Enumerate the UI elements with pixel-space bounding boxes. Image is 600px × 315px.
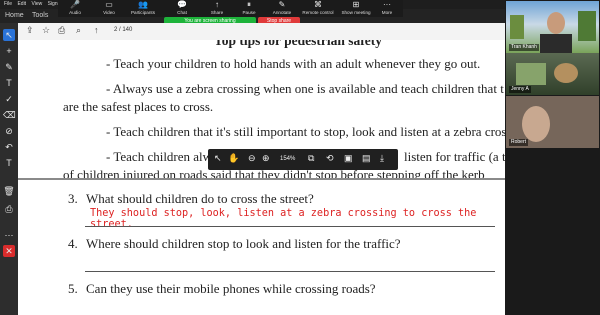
- hand-icon[interactable]: ✋: [228, 153, 239, 164]
- question-number: 5.: [68, 281, 78, 296]
- participant-name: Robert: [509, 139, 529, 146]
- select-cursor-icon[interactable]: ↖: [214, 153, 222, 164]
- doc-line: - Teach children that it's still importa…: [106, 124, 505, 139]
- pause-button[interactable]: ⏸ Pause: [232, 0, 266, 17]
- show-meeting-button[interactable]: ⊞ Show meeting: [338, 0, 374, 17]
- participants-button[interactable]: 👥 Participants: [126, 0, 160, 17]
- checkmark-icon[interactable]: ✓: [3, 93, 15, 105]
- more-icon: ···: [383, 0, 391, 9]
- question-number: 4.: [68, 236, 78, 251]
- question-text: What should children do to cross the str…: [86, 191, 314, 206]
- crop-icon[interactable]: ▤: [362, 153, 371, 164]
- microphone-icon: 🎤: [70, 0, 80, 9]
- tools-tab[interactable]: Tools: [32, 9, 48, 23]
- add-icon[interactable]: +: [3, 45, 15, 57]
- question-number: 3.: [68, 191, 78, 206]
- eraser-icon[interactable]: ⌫: [3, 109, 16, 121]
- doc-line: listen for traffic (a third: [404, 149, 505, 164]
- pause-icon: ⏸: [247, 0, 251, 9]
- upload-icon[interactable]: ⇪: [26, 25, 34, 36]
- share-button[interactable]: ↑ Share: [200, 0, 234, 17]
- answer-line: [85, 271, 495, 272]
- zoom-level[interactable]: 154%: [280, 156, 295, 162]
- doc-line: are the safest places to cross.: [63, 99, 214, 114]
- pencil-icon[interactable]: ✎: [3, 61, 15, 73]
- participant-video-panel: Tran Khanh Jenny A Robert: [505, 0, 600, 315]
- select-icon[interactable]: ↖: [3, 29, 15, 41]
- question-text: Where should children stop to look and l…: [86, 236, 401, 251]
- save-icon[interactable]: ⎙: [3, 203, 15, 215]
- zoom-meeting-toolbar: 🎤 Audio ▭ Video 👥 Participants 💬 Chat ↑ Share…: [58, 0, 403, 17]
- zoom-in-icon[interactable]: ⊕: [262, 153, 270, 164]
- annotate-icon: ✎: [278, 0, 286, 9]
- copy-icon[interactable]: ⧉: [308, 153, 314, 164]
- doc-line: - Teach your children to hold hands with…: [106, 56, 481, 71]
- menu-edit[interactable]: Edit: [17, 1, 26, 7]
- question-text: Can they use their mobile phones while c…: [86, 281, 376, 296]
- menu-sign[interactable]: Sign: [48, 1, 58, 7]
- page-indicator: 2 / 140: [114, 27, 133, 33]
- participant-video[interactable]: Jenny A: [506, 53, 599, 95]
- zoom-out-icon[interactable]: ⊖: [248, 153, 256, 164]
- menu-view[interactable]: View: [31, 1, 42, 7]
- participant-video[interactable]: Robert: [506, 96, 599, 148]
- doc-heading: Top tips for pedestrian safety: [214, 40, 383, 48]
- participant-video[interactable]: Tran Khanh: [506, 1, 599, 53]
- divider: [18, 178, 505, 180]
- participant-name: Tran Khanh: [509, 44, 539, 51]
- stamp-icon[interactable]: ⊘: [3, 125, 15, 137]
- pdf-toolbar: ⇪ ☆ ⎙ ⌕ ↑ 2 / 140: [18, 23, 505, 41]
- text-box-icon[interactable]: T: [3, 157, 15, 169]
- answer-line: [85, 226, 495, 227]
- download-icon[interactable]: ⤓: [380, 153, 384, 164]
- doc-line: - Teach children alw: [106, 149, 213, 164]
- participants-icon: 👥: [138, 0, 148, 9]
- video-button[interactable]: ▭ Video: [92, 0, 126, 17]
- show-meeting-icon: ⊞: [352, 0, 360, 9]
- participant-name: Jenny A: [509, 86, 531, 93]
- doc-line: - Always use a zebra crossing when one i…: [106, 81, 504, 96]
- remote-control-button[interactable]: ⌘ Remote control: [298, 0, 338, 17]
- undo-icon[interactable]: ↶: [3, 141, 15, 153]
- chat-icon: 💬: [177, 0, 187, 9]
- text-icon[interactable]: T: [3, 77, 15, 89]
- share-icon: ↑: [215, 0, 219, 9]
- prev-page-icon[interactable]: ↑: [94, 25, 99, 35]
- delete-icon[interactable]: 🗑: [3, 185, 15, 197]
- close-annotation-icon[interactable]: ✕: [3, 245, 15, 257]
- audio-button[interactable]: 🎤 Audio: [58, 0, 92, 17]
- more-button[interactable]: ··· More: [372, 0, 402, 17]
- rotate-icon[interactable]: ⟲: [326, 153, 334, 164]
- menu-file[interactable]: File: [4, 1, 12, 7]
- floating-zoom-toolbar: ↖ ✋ ⊖ ⊕ 154% ⧉ ⟲ ▣ ▤ ⤓: [208, 149, 398, 170]
- annotate-button[interactable]: ✎ Annotate: [265, 0, 299, 17]
- chat-button[interactable]: 💬 Chat: [165, 0, 199, 17]
- more-tools-icon[interactable]: ⋯: [3, 229, 15, 241]
- document-page: Top tips for pedestrian safety - Teach y…: [18, 40, 505, 315]
- fit-page-icon[interactable]: ▣: [344, 153, 353, 164]
- video-camera-icon: ▭: [105, 0, 113, 9]
- remote-control-icon: ⌘: [314, 0, 322, 9]
- bookmark-icon[interactable]: ☆: [42, 25, 50, 36]
- annotation-tools-sidebar: ↖ + ✎ T ✓ ⌫ ⊘ ↶ T 🗑 ⎙ ⋯ ✕: [0, 23, 18, 315]
- zoom-icon[interactable]: ⌕: [76, 25, 81, 36]
- home-tab[interactable]: Home: [5, 9, 24, 23]
- print-icon[interactable]: ⎙: [58, 25, 65, 36]
